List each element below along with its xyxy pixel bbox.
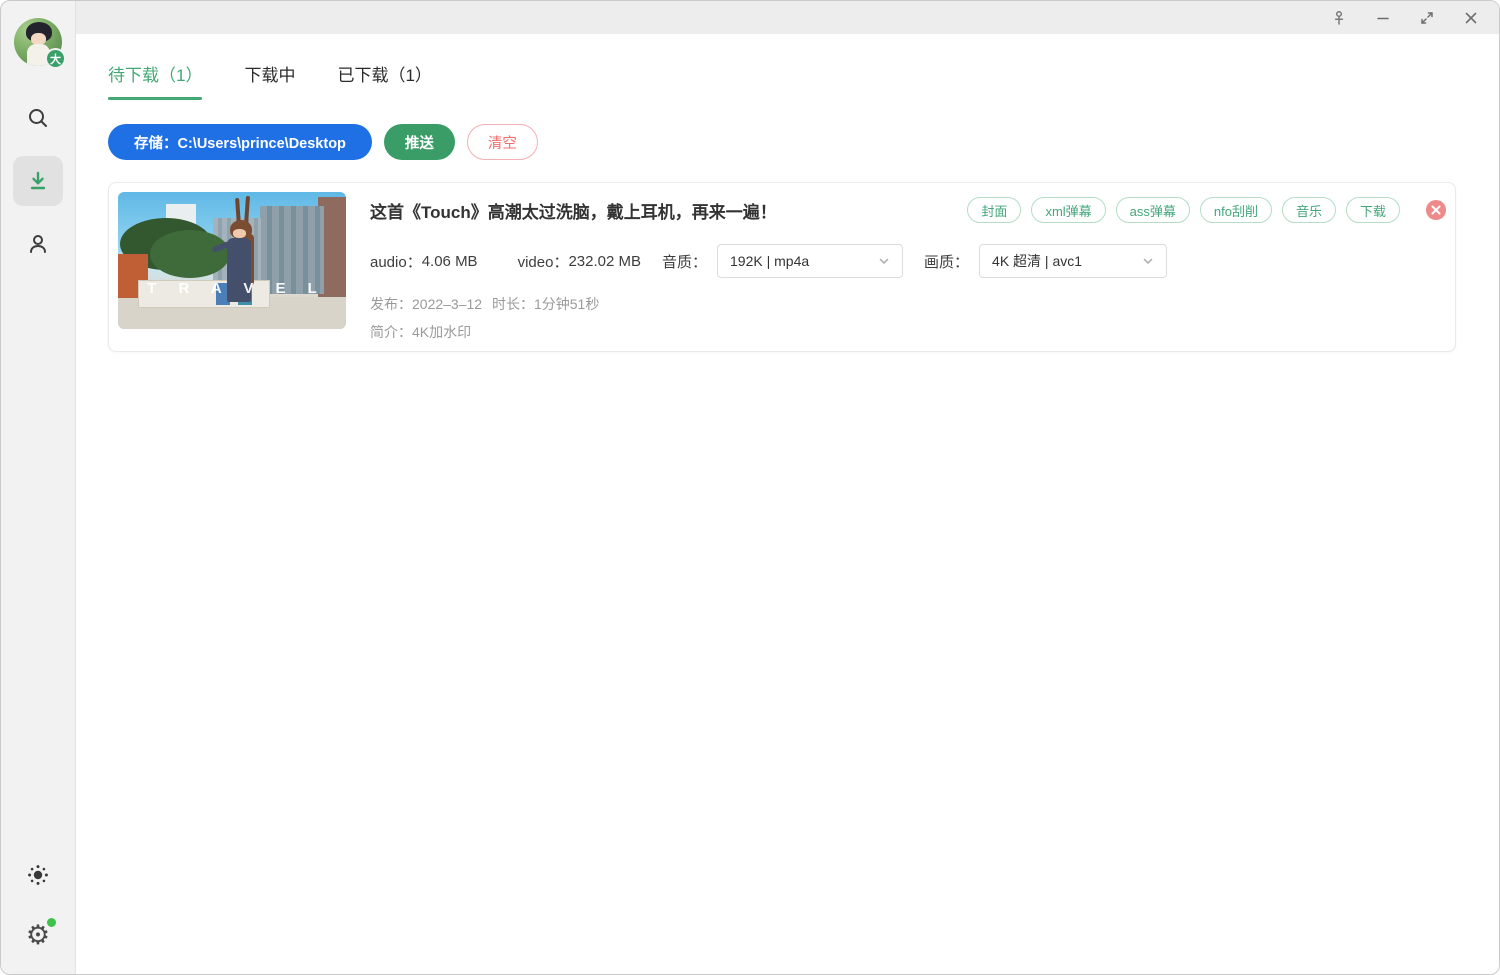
intro-row: 简介：4K加水印 [370, 322, 1446, 342]
duration-label: 时长： [492, 296, 534, 312]
titlebar [76, 1, 1499, 34]
video-size-label: video： [518, 251, 569, 272]
publish-label: 发布： [370, 296, 412, 312]
publish-info-row: 发布：2022–3–12 时长：1分钟51秒 [370, 294, 1446, 314]
audio-quality-value: 192K | mp4a [730, 253, 809, 269]
sidebar: 大 [1, 1, 76, 974]
minimize-icon [1375, 10, 1391, 26]
tab-label: 待下载（1） [108, 66, 202, 85]
tab-label: 下载中 [244, 66, 295, 85]
maximize-icon [1419, 10, 1435, 26]
chevron-down-icon [1142, 255, 1154, 267]
video-quality-select[interactable]: 4K 超清 | avc1 [979, 244, 1167, 278]
avatar[interactable]: 大 [14, 18, 62, 66]
brightness-icon [27, 864, 49, 886]
pin-icon [1331, 10, 1347, 26]
task-options: 封面 xml弹幕 ass弹幕 nfo刮削 音乐 下载 [967, 197, 1446, 223]
tag-ass-danmaku[interactable]: ass弹幕 [1116, 197, 1190, 223]
audio-quality-label: 音质： [662, 251, 707, 272]
active-tab-underline [108, 97, 202, 100]
sidebar-item-user[interactable] [13, 219, 63, 269]
pin-window-button[interactable] [1321, 5, 1357, 31]
sidebar-item-search[interactable] [13, 93, 63, 143]
video-thumbnail[interactable]: T R A V E L [118, 192, 346, 329]
avatar-level-badge: 大 [45, 48, 66, 69]
gear-icon: ⚙ [26, 922, 50, 949]
task-details: 这首《Touch》高潮太过洗脑，戴上耳机，再来一遍！ 封面 xml弹幕 ass弹… [346, 192, 1446, 342]
settings-update-dot [47, 918, 56, 927]
main-area: 待下载（1） 下载中 已下载（1） 存储：C:\Users\prince\Des… [76, 1, 1499, 974]
thumb-art [150, 230, 230, 278]
video-title: 这首《Touch》高潮太过洗脑，戴上耳机，再来一遍！ [370, 198, 777, 223]
theme-toggle-button[interactable] [13, 850, 63, 900]
tab-bar: 待下载（1） 下载中 已下载（1） [108, 61, 1456, 100]
chevron-down-icon [878, 255, 890, 267]
toolbar: 存储：C:\Users\prince\Desktop 推送 清空 [108, 124, 1456, 160]
sidebar-item-download[interactable] [13, 156, 63, 206]
remove-task-button[interactable] [1426, 200, 1446, 220]
audio-quality-select[interactable]: 192K | mp4a [717, 244, 903, 278]
tab-downloading[interactable]: 下载中 [244, 61, 295, 100]
tag-xml-danmaku[interactable]: xml弹幕 [1031, 197, 1105, 223]
duration-value: 1分钟51秒 [534, 296, 599, 312]
video-quality-label: 画质： [924, 251, 969, 272]
video-quality-value: 4K 超清 | avc1 [992, 251, 1082, 271]
audio-size-label: audio： [370, 251, 422, 272]
intro-value: 4K加水印 [412, 324, 471, 340]
thumbnail-overlay-text: T R A V E L [118, 280, 346, 297]
minimize-button[interactable] [1365, 5, 1401, 31]
close-icon [1431, 205, 1441, 215]
tag-download[interactable]: 下载 [1346, 197, 1400, 223]
download-task-card: T R A V E L 这首《Touch》高潮太过洗脑，戴上耳机，再来一遍！ 封… [108, 182, 1456, 352]
settings-button[interactable]: ⚙ [13, 910, 63, 960]
clear-button[interactable]: 清空 [467, 124, 538, 160]
storage-path-button[interactable]: 存储：C:\Users\prince\Desktop [108, 124, 372, 160]
tab-downloaded[interactable]: 已下载（1） [337, 61, 431, 100]
publish-date: 2022–3–12 [412, 296, 482, 312]
download-icon [27, 170, 49, 192]
sidebar-footer: ⚙ [13, 850, 63, 960]
maximize-button[interactable] [1409, 5, 1445, 31]
push-button[interactable]: 推送 [384, 124, 455, 160]
tag-music[interactable]: 音乐 [1282, 197, 1336, 223]
content: 待下载（1） 下载中 已下载（1） 存储：C:\Users\prince\Des… [76, 1, 1499, 352]
user-icon [26, 232, 50, 256]
search-icon [26, 106, 50, 130]
close-window-button[interactable] [1453, 5, 1489, 31]
sidebar-nav [13, 93, 63, 269]
app-window: 大 [0, 0, 1500, 975]
tab-pending-download[interactable]: 待下载（1） [108, 61, 202, 100]
tab-label: 已下载（1） [337, 66, 431, 85]
video-size-value: 232.02 MB [568, 253, 641, 270]
intro-label: 简介： [370, 324, 412, 340]
tag-nfo-scrape[interactable]: nfo刮削 [1200, 197, 1272, 223]
close-icon [1463, 10, 1479, 26]
tag-cover[interactable]: 封面 [967, 197, 1021, 223]
media-info-row: audio： 4.06 MB video： 232.02 MB 音质： 192K… [370, 244, 1446, 278]
audio-size-value: 4.06 MB [422, 253, 478, 270]
